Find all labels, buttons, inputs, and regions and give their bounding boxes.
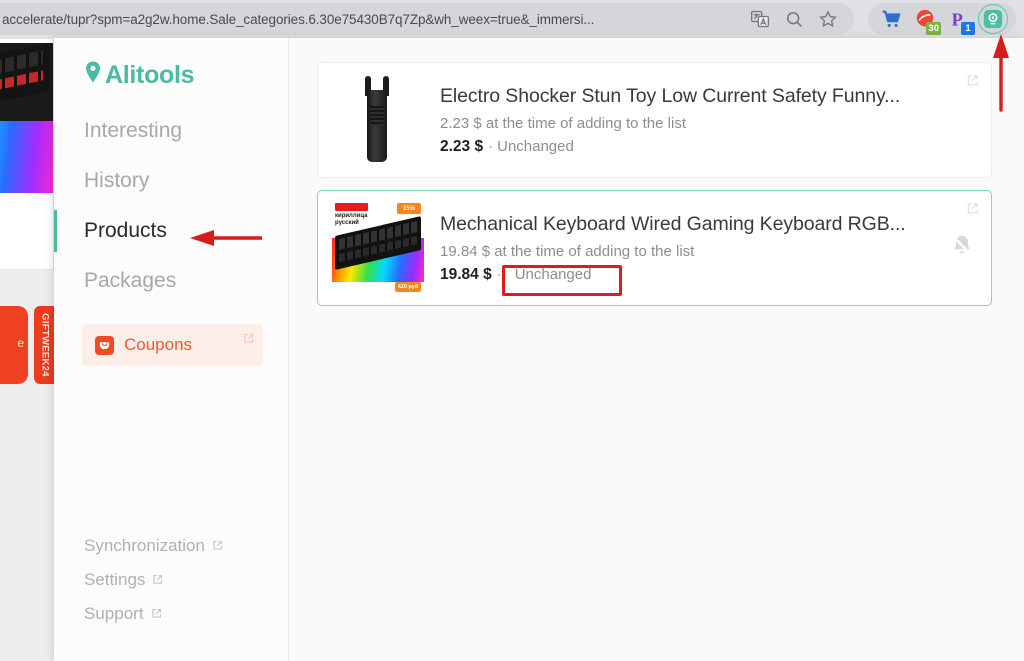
sidebar-item-label: Interesting [84, 119, 183, 142]
product-card[interactable]: Electro Shocker Stun Toy Low Current Saf… [317, 62, 992, 178]
bell-off-icon[interactable] [949, 233, 975, 264]
product-title[interactable]: Electro Shocker Stun Toy Low Current Saf… [440, 85, 975, 108]
omnibox[interactable]: accelerate/tupr?spm=a2g2w.home.Sale_cate… [0, 3, 854, 35]
promo-badge-left: e [0, 306, 28, 384]
sidebar-item-label: Products [84, 219, 167, 242]
mechanical-keyboard-thumbnail: кириллица русский 15% 420 руб [332, 200, 424, 296]
external-link-icon[interactable] [966, 74, 979, 92]
underlying-product-image [0, 42, 53, 193]
sidebar-item-history[interactable]: History [54, 156, 288, 206]
sidebar-item-products[interactable]: Products [54, 206, 288, 256]
product-thumbnail [332, 72, 424, 168]
sidebar-nav: Interesting History Products Packages [54, 106, 288, 306]
footer-link-support[interactable]: Support [84, 597, 288, 631]
footer-link-label: Settings [84, 570, 146, 589]
brand-header: Alitools [54, 38, 288, 94]
star-icon[interactable] [818, 9, 838, 29]
thumb-tag-top-right: 15% [397, 203, 421, 214]
footer-link-synchronization[interactable]: Synchronization [84, 529, 288, 563]
underlying-product-card: US $23.8 US $44.09 [0, 38, 54, 270]
product-info: Mechanical Keyboard Wired Gaming Keyboar… [424, 213, 975, 284]
pinterest-extension-icon[interactable]: P 1 [948, 8, 975, 35]
sidebar-item-interesting[interactable]: Interesting [54, 106, 288, 156]
product-current-price: 19.84 $ [440, 265, 492, 283]
alitools-extension-popup: Alitools Interesting History Products Pa… [54, 38, 1024, 661]
pinterest-badge: 1 [961, 22, 975, 35]
price-separator: · [496, 266, 502, 283]
price-tracker-extension-icon[interactable]: 30 [914, 8, 941, 35]
product-title[interactable]: Mechanical Keyboard Wired Gaming Keyboar… [440, 213, 975, 236]
omnibox-actions [750, 9, 844, 29]
products-list: Electro Shocker Stun Toy Low Current Saf… [289, 38, 1024, 661]
sidebar-item-packages[interactable]: Packages [54, 256, 288, 306]
product-current-price: 2.23 $ [440, 137, 484, 155]
alitools-highlight-ring [978, 4, 1008, 34]
coupon-icon [95, 335, 114, 355]
thumb-tag-top-left: кириллица русский [335, 213, 368, 226]
footer-link-label: Support [84, 604, 144, 623]
external-link-icon [151, 604, 162, 624]
coupons-label: Coupons [124, 335, 193, 354]
stun-gun-thumbnail [361, 76, 395, 164]
address-bar-url[interactable]: accelerate/tupr?spm=a2g2w.home.Sale_cate… [2, 12, 750, 27]
coupons-button[interactable]: Coupons [82, 324, 263, 366]
search-icon[interactable] [784, 9, 804, 29]
product-added-price: 2.23 $ at the time of adding to the list [440, 114, 686, 132]
product-thumbnail: кириллица русский 15% 420 руб [332, 200, 424, 296]
promo-badge-giftweek: GIFTWEEK24 [34, 306, 56, 384]
extensions-area: 30 P 1 [868, 3, 1016, 35]
sidebar-footer: Synchronization Settings Support [54, 529, 288, 661]
product-card[interactable]: кириллица русский 15% 420 руб Mechanical… [317, 190, 992, 306]
product-price-row: 19.84 $ · Unchanged [440, 266, 975, 284]
popup-sidebar: Alitools Interesting History Products Pa… [54, 38, 289, 661]
location-pin-icon [83, 60, 103, 91]
product-info: Electro Shocker Stun Toy Low Current Saf… [424, 85, 975, 156]
alitools-extension-icon[interactable] [978, 4, 1008, 34]
promo-badge-left-text: e [17, 336, 24, 350]
browser-toolbar: accelerate/tupr?spm=a2g2w.home.Sale_cate… [0, 0, 1024, 38]
footer-link-settings[interactable]: Settings [84, 563, 288, 597]
product-added-price: 19.84 $ at the time of adding to the lis… [440, 242, 695, 260]
product-status: Unchanged [514, 266, 592, 283]
price-tracker-badge: 30 [926, 22, 941, 35]
keyboard-illustration [0, 42, 49, 128]
external-link-icon[interactable] [966, 202, 979, 220]
product-price-row: 2.23 $ · Unchanged [440, 138, 975, 156]
brand-name: Alitools [105, 60, 195, 89]
product-status: Unchanged [497, 138, 574, 155]
external-link-icon [243, 331, 254, 349]
translate-icon[interactable] [750, 9, 770, 29]
external-link-icon [212, 536, 223, 556]
price-separator: · [488, 138, 494, 155]
thumb-tag-bottom-right: 420 руб [395, 282, 421, 292]
footer-link-label: Synchronization [84, 536, 205, 555]
sidebar-item-label: History [84, 169, 150, 192]
sidebar-item-label: Packages [84, 269, 177, 292]
promo-badge-giftweek-text: GIFTWEEK24 [39, 313, 51, 377]
shopping-cart-extension-icon[interactable] [880, 8, 902, 30]
external-link-icon [152, 570, 163, 590]
